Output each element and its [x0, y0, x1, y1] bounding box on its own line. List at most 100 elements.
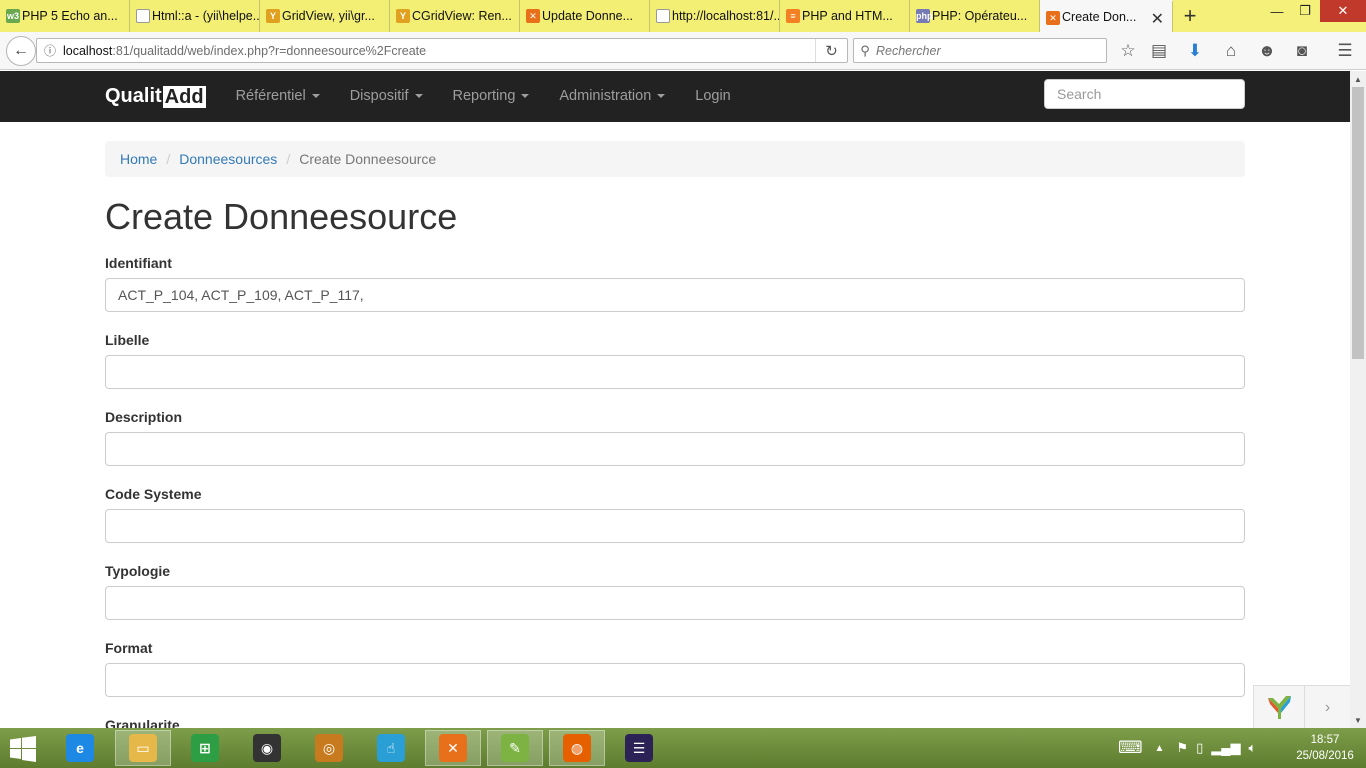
xampp-icon: ✕	[1046, 11, 1060, 25]
action-center-icon[interactable]: ⚑	[1176, 740, 1188, 756]
menu-item-dispositif[interactable]: Dispositif	[335, 71, 438, 122]
donneesource-form: Identifiant ACT_P_104, ACT_P_109, ACT_P_1…	[105, 255, 1245, 728]
menu-item-login[interactable]: Login	[680, 71, 745, 122]
address-bar[interactable]: ⓘ localhost:81/qualitadd/web/index.php?r…	[36, 38, 848, 63]
menu-item-label: Login	[695, 88, 731, 104]
hamburger-menu-icon[interactable]: ☰	[1334, 40, 1356, 62]
breadcrumb-current: Create Donneesource	[299, 151, 437, 167]
page-title: Create Donneesource	[105, 196, 458, 237]
field-label: Granularite	[105, 717, 180, 728]
menu-item-label: Référentiel	[235, 88, 306, 104]
browser-tab[interactable]: php PHP: Opérateu...	[910, 0, 1040, 32]
tab-label: PHP and HTM...	[802, 9, 893, 23]
form-group-typologie: Typologie	[105, 563, 1245, 620]
url-host: localhost	[63, 43, 113, 58]
tab-active[interactable]: ✕ Create Don... ✕	[1040, 0, 1173, 32]
taskbar-button[interactable]: ☝	[363, 730, 419, 766]
taskbar-button[interactable]: ☰	[611, 730, 667, 766]
tab-label: PHP: Opérateu...	[932, 9, 1028, 23]
yii-icon: Y	[396, 9, 410, 23]
menu-item-administration[interactable]: Administration	[544, 71, 680, 122]
menu-item-r-f-rentiel[interactable]: Référentiel	[221, 71, 335, 122]
browser-search-input[interactable]: ⚲ Rechercher	[853, 38, 1107, 63]
format-input[interactable]	[105, 663, 1245, 697]
browser-tab[interactable]: Y CGridView: Ren...	[390, 0, 520, 32]
description-input[interactable]	[105, 432, 1245, 466]
taskbar-button[interactable]: ◉	[239, 730, 295, 766]
breadcrumb-home[interactable]: Home	[120, 151, 157, 167]
menu-item-label: Reporting	[452, 88, 516, 104]
yii-debug-toolbar[interactable]: ›	[1253, 685, 1350, 729]
yii-logo-icon[interactable]	[1254, 692, 1304, 722]
browser-tab[interactable]: w3 PHP 5 Echo an...	[0, 0, 130, 32]
field-label: Libelle	[105, 332, 150, 348]
keyboard-icon[interactable]: ⌨	[1118, 738, 1143, 758]
taskbar-button[interactable]: ◎	[301, 730, 357, 766]
blank-page-icon	[136, 9, 150, 23]
main-menu: Référentiel Dispositif Reporting Administra…	[221, 71, 746, 122]
reload-icon[interactable]: ↻	[815, 39, 847, 62]
libelle-input[interactable]	[105, 355, 1245, 389]
stackoverflow-icon: ≡	[786, 9, 800, 23]
site-info-icon[interactable]: ⓘ	[37, 42, 63, 59]
close-tab-icon[interactable]: ✕	[1151, 9, 1164, 29]
browser-tab[interactable]: ≡ PHP and HTM...	[780, 0, 910, 32]
tab-label: http://localhost:81/...	[672, 9, 780, 23]
browser-tab[interactable]: Y GridView, yii\gr...	[260, 0, 390, 32]
taskbar-button[interactable]: ✕	[425, 730, 481, 766]
back-arrow-icon[interactable]: ←	[6, 36, 36, 66]
windows-taskbar: e ▭ ⊞ ◉ ◎ ☝ ✕ ✎ ◍ ☰ ⌨ ▲ ⚑ ▯ ▂▄▆ 🔈︎ 18:57 25/08/20…	[0, 728, 1366, 768]
maximize-icon[interactable]: ❐	[1291, 0, 1319, 22]
new-tab-plus-icon[interactable]: +	[1173, 0, 1207, 32]
app-navbar: Qualit Add Référentiel Dispositif Reporting…	[0, 71, 1350, 122]
xampp-icon: ✕	[439, 734, 467, 762]
app-search-placeholder: Search	[1057, 86, 1102, 102]
taskbar-clock[interactable]: 18:57 25/08/2016	[1290, 732, 1360, 764]
typologie-input[interactable]	[105, 586, 1245, 620]
windows-start-icon[interactable]	[10, 736, 36, 762]
code-systeme-input[interactable]	[105, 509, 1245, 543]
identifiant-input[interactable]: ACT_P_104, ACT_P_109, ACT_P_117,	[105, 278, 1245, 312]
app-search-input[interactable]: Search	[1044, 79, 1245, 109]
smiley-icon[interactable]: ☻	[1256, 40, 1278, 62]
media-app-icon: ◎	[315, 734, 343, 762]
field-label: Code Systeme	[105, 486, 202, 502]
breadcrumb-separator: /	[286, 151, 291, 167]
brand-logo[interactable]: Qualit Add	[105, 85, 206, 108]
file-explorer-icon: ▭	[129, 734, 157, 762]
touch-app-icon: ☝	[377, 734, 405, 762]
browser-tab[interactable]: ✕ Update Donne...	[520, 0, 650, 32]
form-group-description: Description	[105, 409, 1245, 466]
taskbar-button[interactable]: ▭	[115, 730, 171, 766]
bookmark-star-icon[interactable]: ☆	[1117, 40, 1139, 62]
download-arrow-icon[interactable]: ⬇	[1184, 40, 1206, 62]
breadcrumb-donneesources[interactable]: Donneesources	[179, 151, 277, 167]
scroll-up-arrow-icon[interactable]: ▲	[1350, 71, 1366, 87]
php-icon: php	[916, 9, 933, 23]
chevron-right-icon[interactable]: ›	[1304, 685, 1350, 729]
scrollbar-thumb[interactable]	[1352, 87, 1364, 359]
menu-item-reporting[interactable]: Reporting	[438, 71, 545, 122]
tab-label: GridView, yii\gr...	[282, 9, 375, 23]
taskbar-button[interactable]: ⊞	[177, 730, 233, 766]
caret-down-icon	[657, 94, 666, 99]
search-icon: ⚲	[860, 42, 870, 58]
browser-tab[interactable]: Html::a - (yii\helpe...	[130, 0, 260, 32]
taskbar-button[interactable]: ✎	[487, 730, 543, 766]
taskbar-button[interactable]: ◍	[549, 730, 605, 766]
scroll-down-arrow-icon[interactable]: ▼	[1350, 712, 1366, 728]
pocket-icon[interactable]: ◙	[1291, 40, 1313, 62]
battery-icon[interactable]: ▯	[1196, 740, 1203, 756]
tray-expand-icon[interactable]: ▲	[1155, 743, 1165, 754]
reading-list-icon[interactable]: ▤	[1148, 40, 1170, 62]
network-signal-icon[interactable]: ▂▄▆	[1211, 740, 1240, 756]
caret-down-icon	[414, 94, 423, 99]
speaker-app-icon: ◉	[253, 734, 281, 762]
browser-tab[interactable]: http://localhost:81/...	[650, 0, 780, 32]
home-icon[interactable]: ⌂	[1220, 40, 1242, 62]
taskbar-button[interactable]: e	[52, 730, 108, 766]
page-scrollbar[interactable]: ▲ ▼	[1350, 71, 1366, 728]
volume-icon[interactable]: 🔈︎	[1248, 740, 1256, 756]
close-window-icon[interactable]: ✕	[1320, 0, 1366, 22]
minimize-icon[interactable]: —	[1263, 0, 1291, 22]
